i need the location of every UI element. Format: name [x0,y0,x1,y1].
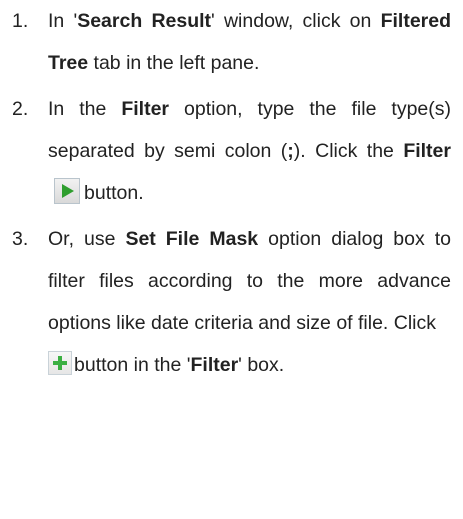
ui-term-filter: Filter [403,140,451,162]
ui-term-filter: Filter [121,98,170,120]
step-text: button in the ' [74,354,191,376]
step-number: 2. [12,98,29,120]
instruction-document: 1. In 'Search Result' window, click on F… [0,0,463,519]
ui-term-filter: Filter [190,354,239,376]
ui-term-search-result: Search Result [77,10,212,32]
step-3: 3. Or, use Set File Mask option dialog b… [0,218,463,386]
step-1: 1. In 'Search Result' window, click on F… [0,0,463,84]
step-text: tab in the left pane. [88,52,260,74]
step-2: 2. In the Filter option, type the file t… [0,88,463,214]
ui-term-set-file-mask: Set File Mask [125,228,259,250]
step-number: 3. [12,228,29,250]
step-text: ). Click the [293,140,404,162]
step-text: ' window, click on [211,10,381,32]
step-text: button. [84,182,144,204]
step-text: Or, use [48,228,126,250]
steps-list: 1. In 'Search Result' window, click on F… [0,0,463,386]
step-number: 1. [12,10,29,32]
step-text: In the [48,98,122,120]
play-icon [54,178,80,204]
step-text: ' box. [238,354,285,376]
step-text: In ' [48,10,78,32]
plus-icon [48,351,72,375]
